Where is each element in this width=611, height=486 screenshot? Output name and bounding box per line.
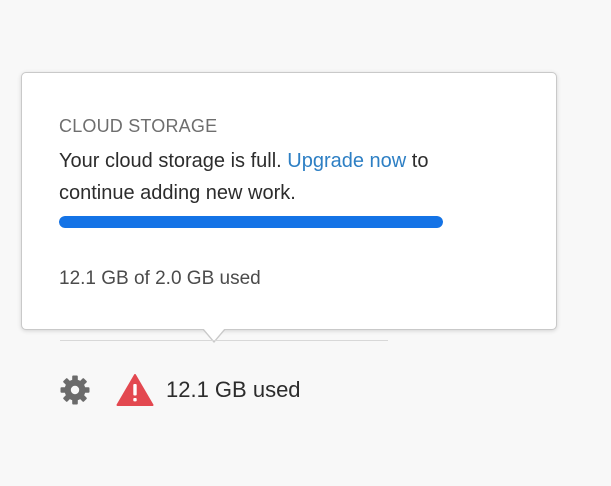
storage-popover: CLOUD STORAGE Your cloud storage is full… (21, 72, 557, 330)
storage-heading: CLOUD STORAGE (59, 116, 218, 136)
storage-progress-bar (59, 216, 443, 228)
gear-icon[interactable] (58, 373, 92, 407)
storage-progress-fill (59, 216, 443, 228)
storage-footer: 12.1 GB used (58, 370, 301, 410)
storage-message: Your cloud storage is full. Upgrade now … (59, 145, 499, 209)
upgrade-now-link[interactable]: Upgrade now (287, 150, 406, 172)
storage-used-label: 12.1 GB used (166, 377, 301, 402)
warning-icon (116, 372, 154, 408)
footer-divider (60, 340, 388, 341)
message-prefix: Your cloud storage is full. (59, 150, 288, 172)
storage-usage-detail: 12.1 GB of 2.0 GB used (59, 268, 261, 289)
